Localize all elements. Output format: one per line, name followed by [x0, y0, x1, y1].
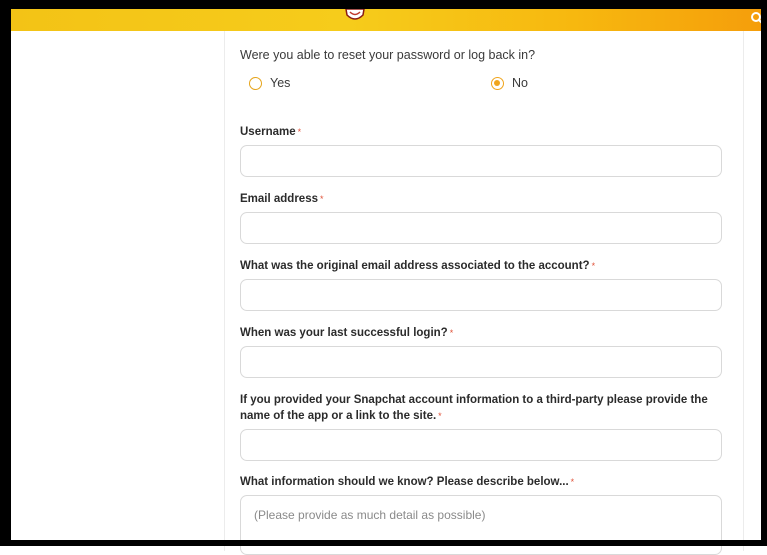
- frame-border-left: [0, 0, 11, 546]
- required-mark: *: [438, 411, 442, 421]
- header-bar: [11, 9, 761, 31]
- frame-border-bottom: [0, 540, 767, 546]
- username-label-text: Username: [240, 126, 296, 138]
- details-label-text: What information should we know? Please …: [240, 476, 569, 488]
- radio-yes-circle[interactable]: [249, 76, 262, 90]
- radio-no-circle[interactable]: [491, 76, 504, 90]
- original-email-input[interactable]: [240, 279, 722, 311]
- details-label: What information should we know? Please …: [240, 474, 574, 490]
- third-party-input[interactable]: [240, 429, 722, 461]
- details-textarea[interactable]: [240, 495, 722, 555]
- username-label: Username *: [240, 124, 301, 140]
- required-mark: *: [570, 477, 575, 487]
- last-login-label-text: When was your last successful login?: [240, 327, 448, 339]
- snapchat-ghost-logo[interactable]: [344, 9, 366, 23]
- email-label: Email address *: [240, 191, 324, 207]
- required-mark: *: [591, 261, 596, 271]
- required-mark: *: [319, 194, 324, 204]
- last-login-input[interactable]: [240, 346, 722, 378]
- original-email-label: What was the original email address asso…: [240, 258, 595, 274]
- frame-border-top: [0, 0, 767, 9]
- required-mark: *: [449, 328, 454, 338]
- radio-yes[interactable]: Yes: [249, 76, 290, 90]
- radio-no[interactable]: No: [491, 76, 528, 90]
- original-email-label-text: What was the original email address asso…: [240, 260, 590, 272]
- email-input[interactable]: [240, 212, 722, 244]
- email-label-text: Email address: [240, 193, 318, 205]
- reset-question: Were you able to reset your password or …: [240, 48, 536, 62]
- required-mark: *: [297, 127, 302, 137]
- radio-no-label: No: [512, 76, 528, 90]
- frame-border-right: [761, 0, 767, 546]
- username-input[interactable]: [240, 145, 722, 177]
- last-login-label: When was your last successful login? *: [240, 325, 453, 341]
- third-party-label: If you provided your Snapchat account in…: [240, 392, 730, 424]
- radio-yes-label: Yes: [270, 76, 291, 90]
- third-party-label-text: If you provided your Snapchat account in…: [240, 394, 708, 422]
